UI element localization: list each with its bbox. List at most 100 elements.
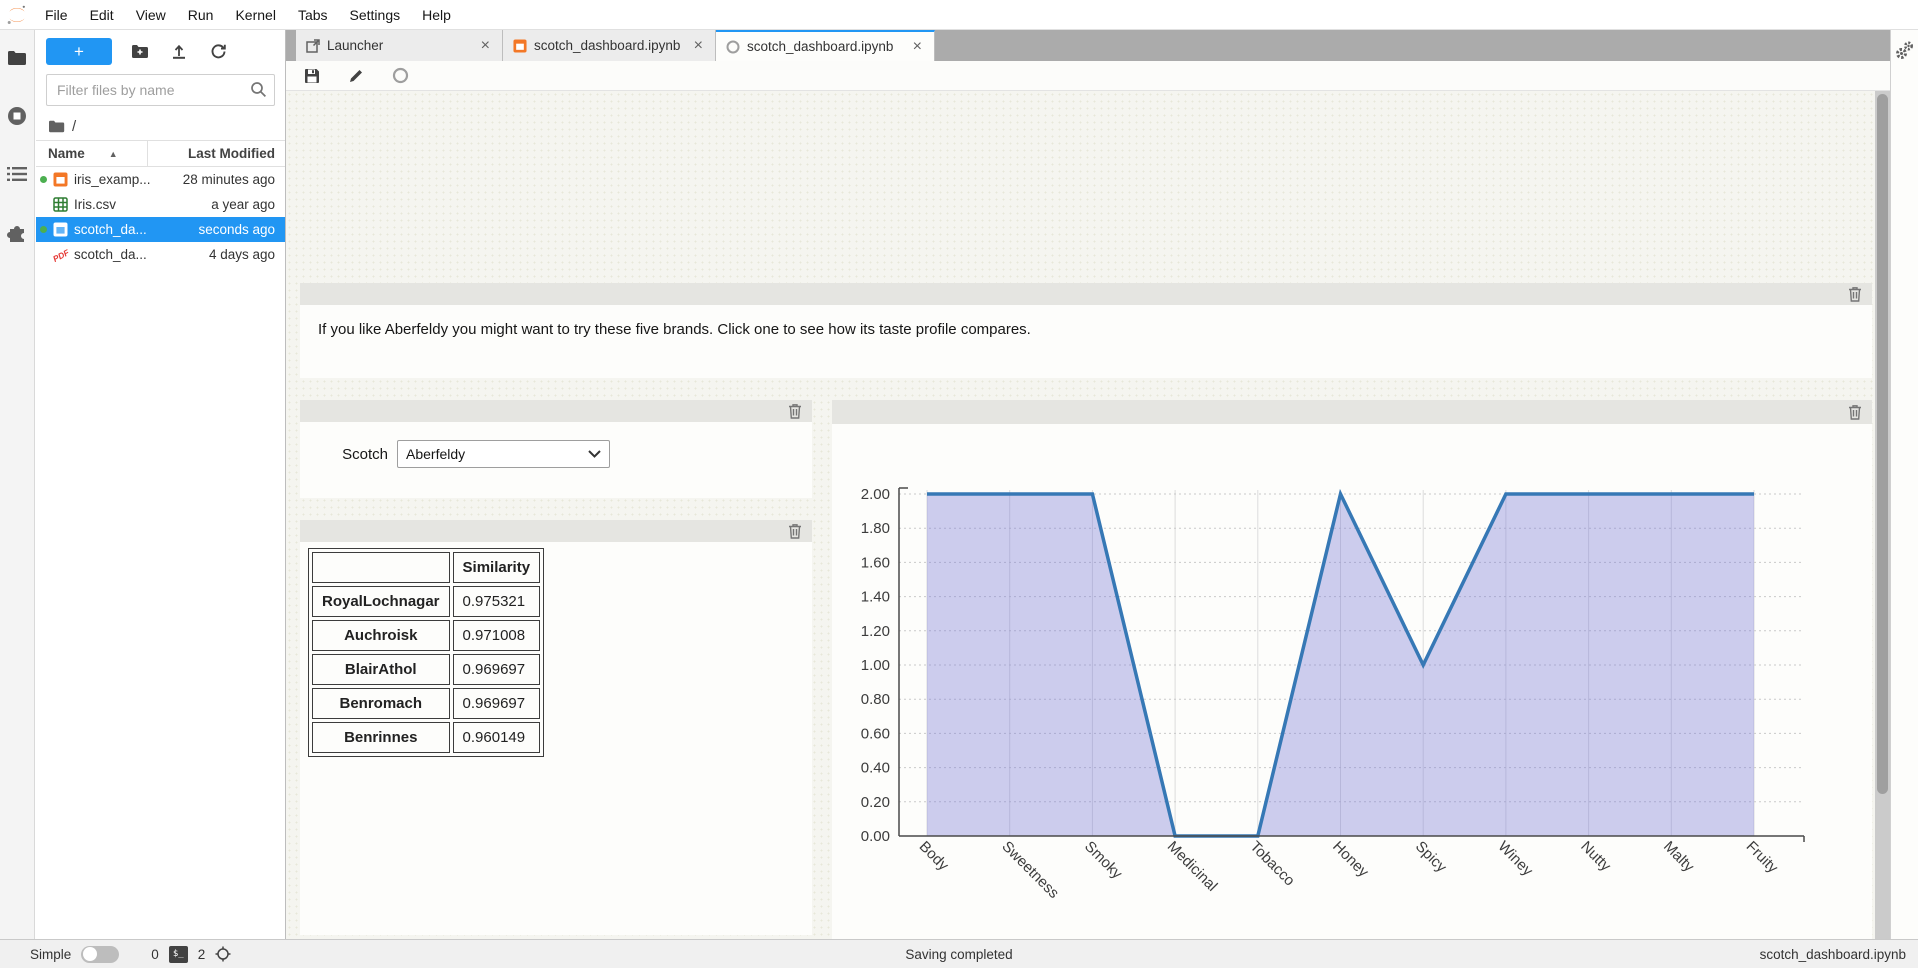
brand-name[interactable]: Auchroisk bbox=[312, 620, 450, 651]
file-row-scotch-notebook[interactable]: scotch_da... seconds ago bbox=[36, 217, 285, 242]
filter-files-input[interactable] bbox=[46, 74, 275, 106]
tab-scotch-dashboard-1[interactable]: scotch_dashboard.ipynb × bbox=[503, 30, 716, 61]
file-name: scotch_da... bbox=[74, 222, 198, 237]
table-of-contents-icon[interactable] bbox=[5, 162, 29, 186]
column-header-name[interactable]: Name ▲ bbox=[36, 141, 148, 166]
scrollbar-thumb[interactable] bbox=[1877, 94, 1888, 794]
refresh-icon[interactable] bbox=[207, 40, 229, 62]
column-header-last-modified[interactable]: Last Modified bbox=[148, 146, 285, 161]
menu-kernel[interactable]: Kernel bbox=[224, 0, 286, 30]
new-folder-icon[interactable] bbox=[129, 40, 151, 62]
markdown-text: If you like Aberfeldy you might want to … bbox=[300, 305, 1872, 354]
svg-text:Malty: Malty bbox=[1660, 838, 1698, 876]
menu-help[interactable]: Help bbox=[411, 0, 462, 30]
csv-icon bbox=[50, 197, 70, 212]
tab-bar: Launcher × scotch_dashboard.ipynb × scot… bbox=[286, 30, 1890, 61]
cell-header[interactable] bbox=[300, 400, 812, 422]
similarity-value: 0.969697 bbox=[453, 688, 541, 719]
main-dock-panel: Launcher × scotch_dashboard.ipynb × scot… bbox=[286, 30, 1890, 939]
scotch-label: Scotch bbox=[300, 446, 388, 463]
running-sessions-icon[interactable] bbox=[5, 104, 29, 128]
property-inspector-gears-icon[interactable] bbox=[1895, 40, 1915, 939]
notebook-icon bbox=[513, 39, 527, 53]
file-name: scotch_da... bbox=[74, 247, 209, 262]
file-browser-panel: + / Name ▲ Last Modifi bbox=[36, 30, 286, 939]
save-icon[interactable] bbox=[302, 66, 322, 86]
svg-text:2.00: 2.00 bbox=[861, 486, 890, 503]
vertical-scrollbar[interactable] bbox=[1875, 91, 1890, 939]
brand-name[interactable]: Benromach bbox=[312, 688, 450, 719]
brand-name[interactable]: BlairAthol bbox=[312, 654, 450, 685]
chevron-down-icon bbox=[588, 450, 601, 458]
file-row-iris-example[interactable]: iris_examp... 28 minutes ago bbox=[36, 167, 285, 192]
menu-view[interactable]: View bbox=[125, 0, 177, 30]
upload-icon[interactable] bbox=[168, 40, 190, 62]
extensions-puzzle-icon[interactable] bbox=[5, 220, 29, 244]
svg-text:PDF: PDF bbox=[51, 247, 69, 262]
cell-header[interactable] bbox=[832, 400, 1872, 424]
trash-icon[interactable] bbox=[1846, 285, 1864, 303]
cell-header[interactable] bbox=[300, 283, 1872, 305]
taste-profile-area-chart: 0.000.200.400.600.801.001.201.401.601.80… bbox=[832, 424, 1872, 939]
svg-text:Medicinal: Medicinal bbox=[1164, 838, 1221, 895]
trash-icon[interactable] bbox=[1846, 403, 1864, 421]
scotch-selector-cell: Scotch Aberfeldy bbox=[300, 400, 812, 498]
svg-text:1.20: 1.20 bbox=[861, 623, 890, 640]
pdf-icon: PDF bbox=[50, 247, 70, 262]
tab-label: Launcher bbox=[327, 38, 383, 53]
corner-cell bbox=[312, 552, 450, 583]
svg-text:Winey: Winey bbox=[1495, 838, 1537, 880]
file-name: iris_examp... bbox=[74, 172, 183, 187]
edit-pencil-icon[interactable] bbox=[346, 66, 366, 86]
menu-file[interactable]: File bbox=[34, 0, 79, 30]
tab-scotch-dashboard-2[interactable]: scotch_dashboard.ipynb × bbox=[716, 30, 935, 61]
dashboard-content: If you like Aberfeldy you might want to … bbox=[286, 91, 1890, 939]
file-row-iris-csv[interactable]: Iris.csv a year ago bbox=[36, 192, 285, 217]
notebook-icon bbox=[50, 222, 70, 237]
svg-text:Spicy: Spicy bbox=[1412, 838, 1450, 876]
menu-tabs[interactable]: Tabs bbox=[287, 0, 339, 30]
svg-text:Nutty: Nutty bbox=[1577, 838, 1614, 875]
svg-text:Tobacco: Tobacco bbox=[1246, 838, 1298, 890]
trash-icon[interactable] bbox=[786, 522, 804, 540]
svg-text:0.00: 0.00 bbox=[861, 828, 890, 845]
tab-launcher[interactable]: Launcher × bbox=[296, 30, 503, 61]
svg-text:1.80: 1.80 bbox=[861, 520, 890, 537]
table-row[interactable]: RoyalLochnagar 0.975321 bbox=[312, 586, 540, 617]
file-row-scotch-pdf[interactable]: PDF scotch_da... 4 days ago bbox=[36, 242, 285, 267]
table-row[interactable]: Benromach 0.969697 bbox=[312, 688, 540, 719]
tab-label: scotch_dashboard.ipynb bbox=[747, 39, 893, 54]
folder-icon[interactable] bbox=[5, 46, 29, 70]
close-icon[interactable]: × bbox=[690, 37, 707, 55]
table-row[interactable]: Benrinnes 0.960149 bbox=[312, 722, 540, 753]
svg-text:Sweetness: Sweetness bbox=[998, 838, 1062, 902]
breadcrumb-root[interactable]: / bbox=[72, 118, 76, 135]
svg-text:0.60: 0.60 bbox=[861, 725, 890, 742]
cell-header[interactable] bbox=[300, 520, 812, 542]
similarity-table-cell: Similarity RoyalLochnagar 0.975321 Auchr… bbox=[300, 520, 812, 935]
menu-edit[interactable]: Edit bbox=[79, 0, 125, 30]
svg-text:0.80: 0.80 bbox=[861, 691, 890, 708]
table-row[interactable]: Auchroisk 0.971008 bbox=[312, 620, 540, 651]
file-modified: 4 days ago bbox=[209, 247, 285, 262]
table-row[interactable]: BlairAthol 0.969697 bbox=[312, 654, 540, 685]
brand-name[interactable]: Benrinnes bbox=[312, 722, 450, 753]
scotch-dropdown-value: Aberfeldy bbox=[406, 446, 588, 462]
menu-run[interactable]: Run bbox=[177, 0, 225, 30]
close-icon[interactable]: × bbox=[477, 37, 494, 55]
close-icon[interactable]: × bbox=[909, 38, 926, 56]
breadcrumb[interactable]: / bbox=[36, 112, 285, 140]
filter-files-wrap bbox=[46, 74, 275, 106]
svg-text:Fruity: Fruity bbox=[1743, 838, 1782, 877]
file-modified: 28 minutes ago bbox=[183, 172, 285, 187]
menu-settings[interactable]: Settings bbox=[339, 0, 412, 30]
file-name: Iris.csv bbox=[74, 197, 211, 212]
scotch-dropdown[interactable]: Aberfeldy bbox=[397, 440, 610, 468]
jupyterlab-window: File Edit View Run Kernel Tabs Settings … bbox=[0, 0, 1918, 968]
svg-text:Body: Body bbox=[916, 838, 953, 875]
new-launcher-button[interactable]: + bbox=[46, 38, 112, 65]
trash-icon[interactable] bbox=[786, 402, 804, 420]
brand-name[interactable]: RoyalLochnagar bbox=[312, 586, 450, 617]
kernel-status-icon[interactable] bbox=[390, 66, 410, 86]
taste-profile-chart-cell: 0.000.200.400.600.801.001.201.401.601.80… bbox=[832, 400, 1872, 939]
